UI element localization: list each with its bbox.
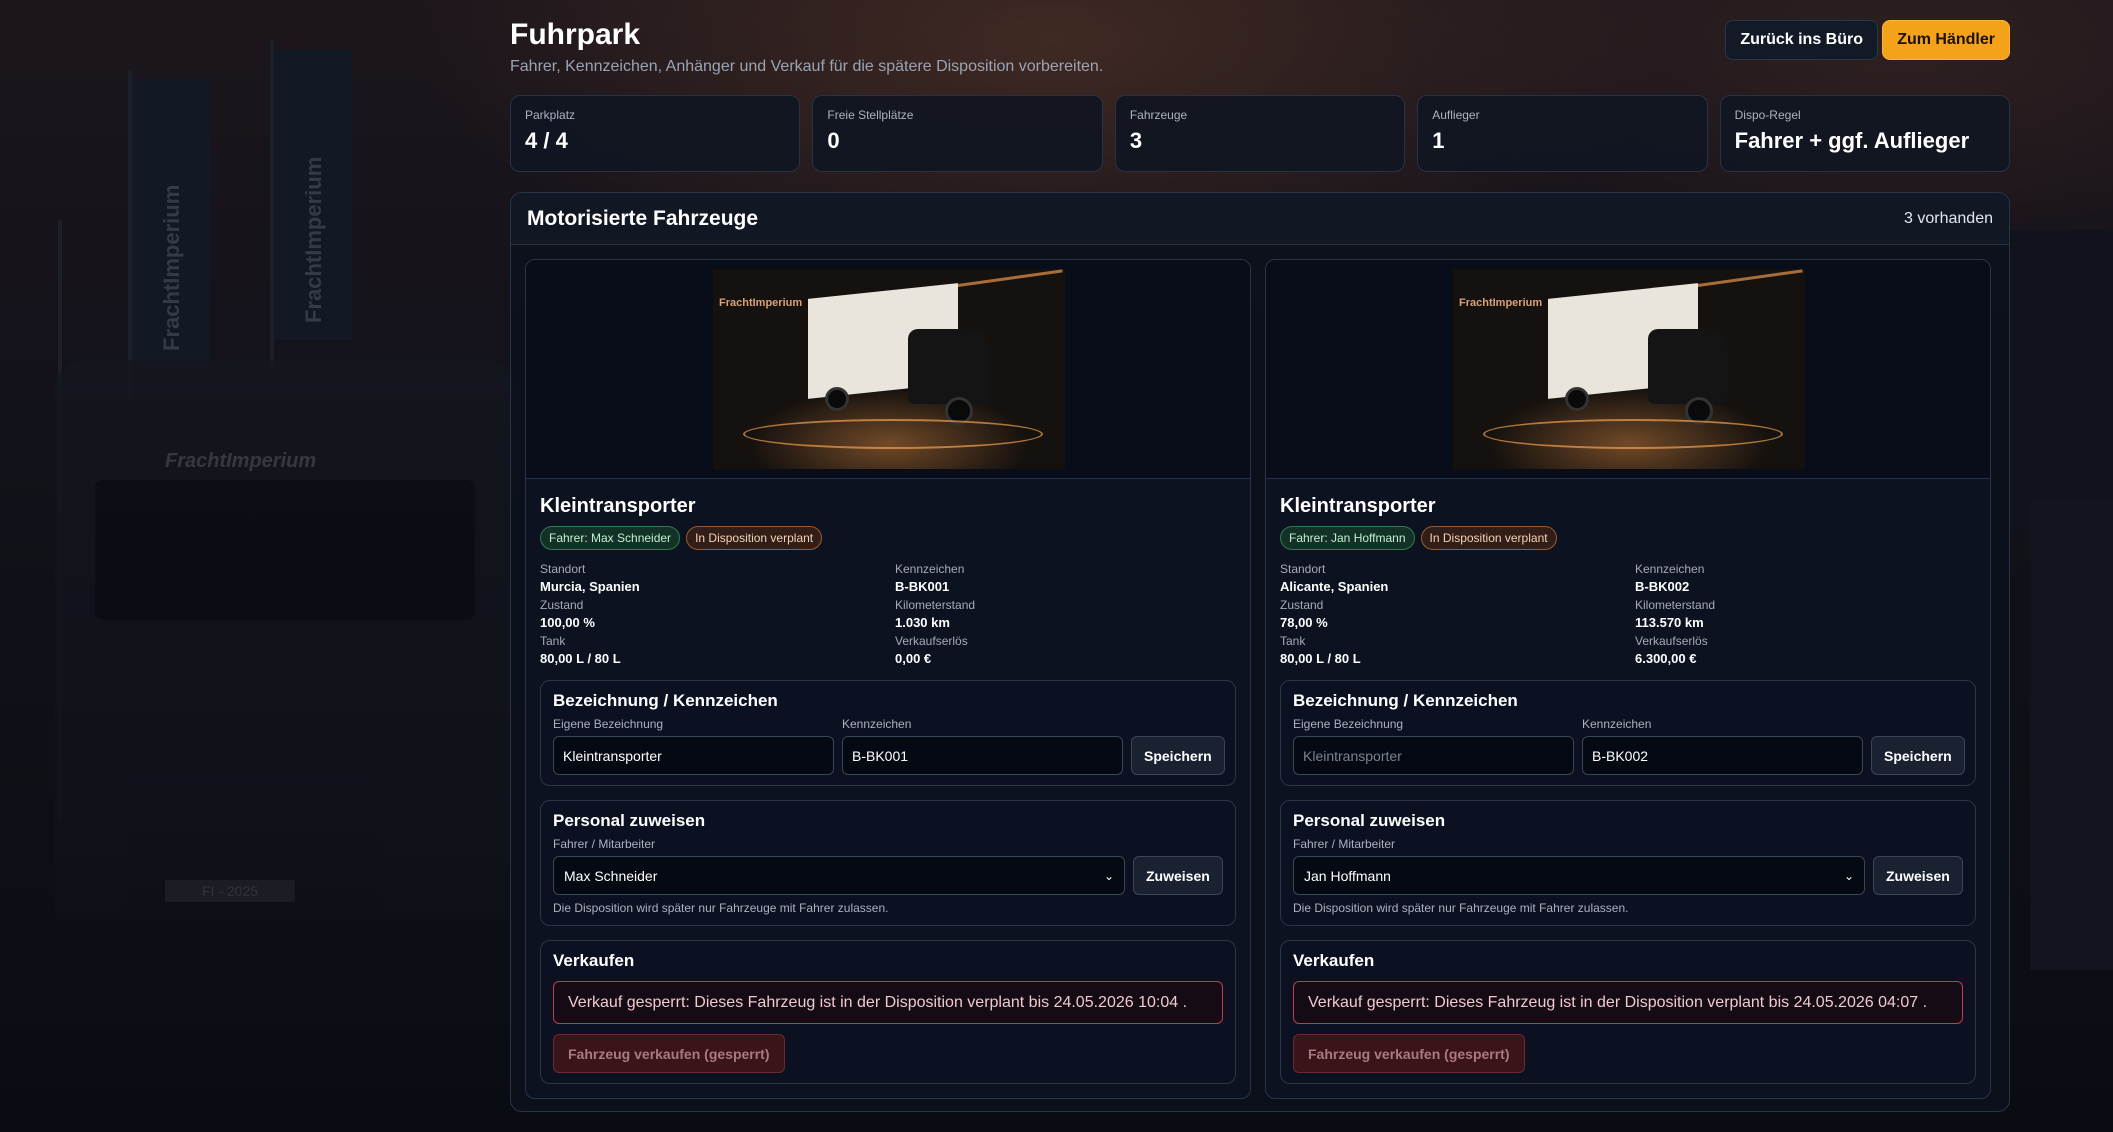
info-condition: Zustand 100,00 %: [540, 598, 595, 630]
chevron-down-icon: ⌄: [1103, 868, 1114, 883]
driver-select-value: Max Schneider: [564, 867, 658, 884]
vehicle-card: FrachtImperium Kleintransporter Fahrer: …: [525, 259, 1251, 1099]
info-plate: Kennzeichen B-BK001: [895, 562, 965, 594]
stat-label: Freie Stellplätze: [827, 108, 914, 122]
driver-badge: Fahrer: Max Schneider: [540, 526, 681, 550]
page-subtitle: Fahrer, Kennzeichen, Anhänger und Verkau…: [510, 58, 1104, 75]
vehicle-image-area: FrachtImperium: [526, 260, 1250, 479]
to-dealer-button[interactable]: Zum Händler: [1882, 20, 2010, 60]
stat-card-dispo-rule: Dispo-Regel Fahrer + ggf. Auflieger: [1719, 95, 2011, 172]
info-tank: Tank 80,00 L / 80 L: [540, 634, 621, 666]
plate-input[interactable]: [1582, 736, 1863, 775]
plate-label: Kennzeichen: [1582, 717, 1652, 731]
page-title: Fuhrpark: [510, 18, 641, 51]
plate-input[interactable]: [842, 736, 1123, 775]
driver-select-label: Fahrer / Mitarbeiter: [553, 837, 656, 851]
vehicle-photo: FrachtImperium: [713, 269, 1065, 469]
vehicle-image-area: FrachtImperium: [1266, 260, 1990, 479]
info-condition: Zustand 78,00 %: [1280, 598, 1328, 630]
assign-button[interactable]: Zuweisen: [1133, 856, 1223, 895]
sell-section: Verkaufen Verkauf gesperrt: Dieses Fahrz…: [540, 940, 1236, 1084]
driver-badge: Fahrer: Jan Hoffmann: [1280, 526, 1415, 550]
dispo-hint: Die Disposition wird später nur Fahrzeug…: [1293, 901, 1629, 915]
stats-row: Parkplatz 4 / 4 Freie Stellplätze 0 Fahr…: [510, 95, 2011, 172]
panel-title: Motorisierte Fahrzeuge: [527, 206, 759, 230]
section-title: Personal zuweisen: [1293, 811, 1446, 830]
vehicle-card-body: Kleintransporter Fahrer: Max Schneider I…: [526, 479, 1250, 1098]
section-title: Verkaufen: [553, 951, 635, 970]
driver-select-label: Fahrer / Mitarbeiter: [1293, 837, 1396, 851]
staff-section: Personal zuweisen Fahrer / Mitarbeiter J…: [1280, 800, 1976, 926]
vehicle-list: FrachtImperium Kleintransporter Fahrer: …: [511, 245, 2009, 1099]
status-badge: In Disposition verplant: [686, 526, 823, 550]
stat-label: Parkplatz: [525, 108, 576, 122]
naming-section: Bezeichnung / Kennzeichen Eigene Bezeich…: [540, 680, 1236, 786]
sell-vehicle-button[interactable]: Fahrzeug verkaufen (gesperrt): [553, 1034, 785, 1073]
sale-locked-alert: Verkauf gesperrt: Dieses Fahrzeug ist in…: [1293, 981, 1963, 1024]
driver-select[interactable]: Max Schneider ⌄: [553, 856, 1125, 895]
naming-section: Bezeichnung / Kennzeichen Eigene Bezeich…: [1280, 680, 1976, 786]
driver-select-value: Jan Hoffmann: [1304, 867, 1391, 884]
status-badge: In Disposition verplant: [1420, 526, 1557, 550]
vehicle-title: Kleintransporter: [1280, 495, 1436, 517]
stat-card-trailers: Auflieger 1: [1417, 95, 1708, 172]
assign-button[interactable]: Zuweisen: [1873, 856, 1963, 895]
section-title: Bezeichnung / Kennzeichen: [1293, 691, 1518, 710]
section-title: Personal zuweisen: [553, 811, 706, 830]
stat-label: Auflieger: [1432, 108, 1480, 122]
stat-label: Dispo-Regel: [1734, 108, 1801, 122]
vehicle-card-body: Kleintransporter Fahrer: Jan Hoffmann In…: [1266, 479, 1990, 1098]
vehicle-badges: Fahrer: Jan Hoffmann In Disposition verp…: [1280, 526, 1976, 550]
stat-value: 4 / 4: [525, 128, 568, 153]
stat-value: 0: [827, 128, 840, 153]
stat-value: Fahrer + ggf. Auflieger: [1734, 128, 1970, 153]
info-mileage: Kilometerstand 1.030 km: [895, 598, 976, 630]
chevron-down-icon: ⌄: [1843, 868, 1854, 883]
sell-section: Verkaufen Verkauf gesperrt: Dieses Fahrz…: [1280, 940, 1976, 1084]
vehicle-count: 3 vorhanden: [1904, 209, 1993, 227]
custom-name-input[interactable]: [553, 736, 834, 775]
save-button[interactable]: Speichern: [1131, 736, 1225, 775]
stat-value: 3: [1129, 128, 1143, 153]
vehicle-photo: FrachtImperium: [1453, 269, 1805, 469]
vehicle-card: FrachtImperium Kleintransporter Fahrer: …: [1265, 259, 1991, 1099]
page-header: Fuhrpark Fahrer, Kennzeichen, Anhänger u…: [510, 0, 2010, 95]
sell-vehicle-button[interactable]: Fahrzeug verkaufen (gesperrt): [1293, 1034, 1525, 1073]
sale-locked-alert: Verkauf gesperrt: Dieses Fahrzeug ist in…: [553, 981, 1223, 1024]
info-location: Standort Alicante, Spanien: [1280, 562, 1389, 594]
back-to-office-button[interactable]: Zurück ins Büro: [1725, 20, 1878, 60]
photo-brand-logo: FrachtImperium: [719, 297, 803, 309]
vehicle-badges: Fahrer: Max Schneider In Disposition ver…: [540, 526, 1236, 550]
info-location: Standort Murcia, Spanien: [540, 562, 640, 594]
section-title: Verkaufen: [1293, 951, 1375, 970]
plate-label: Kennzeichen: [842, 717, 912, 731]
driver-select[interactable]: Jan Hoffmann ⌄: [1293, 856, 1865, 895]
save-button[interactable]: Speichern: [1871, 736, 1965, 775]
vehicle-info-grid: Standort Alicante, Spanien Kennzeichen B…: [1280, 562, 1976, 666]
info-sale-value: Verkaufserlös 6.300,00 €: [1635, 634, 1708, 666]
staff-section: Personal zuweisen Fahrer / Mitarbeiter M…: [540, 800, 1236, 926]
name-label: Eigene Bezeichnung: [1293, 717, 1404, 731]
panel-header: Motorisierte Fahrzeuge 3 vorhanden: [511, 193, 2009, 245]
info-mileage: Kilometerstand 113.570 km: [1635, 598, 1716, 630]
photo-brand-logo: FrachtImperium: [1459, 297, 1543, 309]
stat-value: 1: [1432, 128, 1445, 153]
custom-name-input[interactable]: [1293, 736, 1574, 775]
name-label: Eigene Bezeichnung: [553, 717, 664, 731]
info-sale-value: Verkaufserlös 0,00 €: [895, 634, 968, 666]
vehicle-info-grid: Standort Murcia, Spanien Kennzeichen B-B…: [540, 562, 1236, 666]
stat-card-free-spots: Freie Stellplätze 0: [812, 95, 1103, 172]
stat-card-vehicles: Fahrzeuge 3: [1114, 95, 1406, 172]
dispo-hint: Die Disposition wird später nur Fahrzeug…: [553, 901, 889, 915]
info-plate: Kennzeichen B-BK002: [1635, 562, 1705, 594]
section-title: Bezeichnung / Kennzeichen: [553, 691, 778, 710]
stat-label: Fahrzeuge: [1129, 108, 1188, 122]
motor-vehicles-panel: Motorisierte Fahrzeuge 3 vorhanden Frach…: [510, 192, 2010, 1112]
vehicle-title: Kleintransporter: [540, 495, 696, 517]
info-tank: Tank 80,00 L / 80 L: [1280, 634, 1361, 666]
main-content: Fuhrpark Fahrer, Kennzeichen, Anhänger u…: [510, 0, 2011, 1112]
stat-card-parking: Parkplatz 4 / 4: [510, 95, 801, 172]
